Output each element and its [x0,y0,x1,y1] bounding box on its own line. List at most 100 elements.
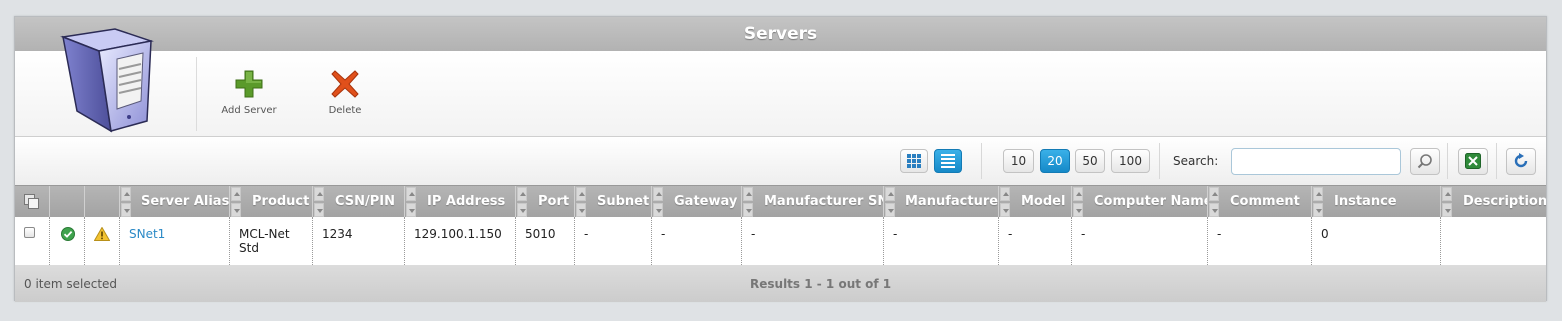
column-label: CSN/PIN [335,194,396,209]
server-icon [60,28,154,133]
separator [1496,143,1497,179]
cell-product: MCL-Net Std [230,217,313,265]
sort-arrows[interactable] [653,187,663,217]
row-warning-cell [85,217,120,265]
cell-model: - [999,217,1072,265]
sort-arrows[interactable] [1209,187,1219,217]
results-summary: Results 1 - 1 out of 1 [750,277,892,291]
column-header-description[interactable]: Description [1441,186,1546,218]
column-label: IP Address [427,194,506,209]
column-label: Product [252,194,310,209]
column-header-gateway[interactable]: Gateway [652,186,742,218]
server-alias-link[interactable]: SNet1 [129,227,165,241]
servers-panel: Servers Add Server Delete 10 20 50 100 S… [14,16,1547,302]
grid-controls: 10 20 50 100 Search: [15,137,1546,185]
delete-button[interactable]: Delete [305,69,385,116]
search-button[interactable] [1410,148,1440,175]
delete-label: Delete [328,105,362,116]
column-label: Gateway [674,194,738,209]
cell-description [1441,217,1546,265]
column-label: Computer Name [1094,194,1208,209]
add-server-button[interactable]: Add Server [209,69,289,116]
sort-arrows[interactable] [1073,187,1083,217]
warning-icon [93,226,111,241]
column-header-comment[interactable]: Comment [1208,186,1312,218]
check-circle-icon [61,227,75,241]
separator [1447,143,1448,179]
export-excel-button[interactable] [1458,148,1488,175]
sort-arrows[interactable] [1000,187,1010,217]
add-server-label: Add Server [221,105,277,116]
cell-ip-address: 129.100.1.150 [405,217,516,265]
magnifier-icon [1417,154,1432,169]
row-status-cell [50,217,85,265]
list-icon [941,154,955,168]
warning-header [85,186,120,218]
column-header-product[interactable]: Product [230,186,313,218]
separator [981,143,982,179]
row-checkbox[interactable] [24,227,35,238]
sort-arrows[interactable] [1313,187,1323,217]
list-view-button[interactable] [934,149,962,173]
column-label: Manufacturer SN [764,194,884,209]
row-select-cell [15,217,50,265]
selection-count: 0 item selected [24,277,118,291]
column-header-ip-address[interactable]: IP Address [405,186,516,218]
tile-view-button[interactable] [900,149,928,173]
window-title: Servers [15,17,1546,51]
column-header-csn-pin[interactable]: CSN/PIN [313,186,405,218]
cell-manufacturer-sn: - [742,217,884,265]
search-label: Search: [1173,154,1219,168]
table-row[interactable]: SNet1 MCL-Net Std 1234 129.100.1.150 501… [15,217,1546,266]
cell-instance: 0 [1312,217,1441,265]
select-all-icon [24,194,39,209]
column-label: Manufacturer [905,194,999,209]
cell-manufacturer: - [884,217,999,265]
column-header-subnet[interactable]: Subnet [575,186,652,218]
grid-icon [907,154,921,168]
toolbar-separator [196,57,197,131]
search-input[interactable] [1231,148,1401,175]
cell-server-alias: SNet1 [120,217,230,265]
sort-arrows[interactable] [406,187,416,217]
sort-arrows[interactable] [314,187,324,217]
toolbar: Add Server Delete [15,28,1546,137]
page-size-50[interactable]: 50 [1075,149,1105,173]
select-all-header[interactable] [15,186,50,218]
sort-arrows[interactable] [517,187,527,217]
column-label: Comment [1230,194,1300,209]
column-header-computer-name[interactable]: Computer Name [1072,186,1208,218]
cell-computer-name: - [1072,217,1208,265]
excel-icon [1465,153,1481,169]
plus-icon [235,70,263,98]
sort-arrows[interactable] [231,187,241,217]
column-label: Instance [1334,194,1397,209]
column-label: Model [1021,194,1066,209]
status-header [50,186,85,218]
page-size-20[interactable]: 20 [1040,149,1070,173]
column-header-model[interactable]: Model [999,186,1072,218]
column-header-manufacturer[interactable]: Manufacturer [884,186,999,218]
sort-arrows[interactable] [743,187,753,217]
delete-x-icon [331,70,359,98]
column-label: Port [538,194,570,209]
column-label: Server Alias [141,194,230,209]
sort-arrows[interactable] [576,187,586,217]
grid-header: Server Alias Product CSN/PIN IP Address … [15,185,1546,218]
page-size-10[interactable]: 10 [1003,149,1034,173]
column-header-port[interactable]: Port [516,186,575,218]
cell-comment: - [1208,217,1312,265]
sort-arrows[interactable] [121,187,131,217]
column-header-manufacturer-sn[interactable]: Manufacturer SN [742,186,884,218]
cell-csn-pin: 1234 [313,217,405,265]
sort-arrows[interactable] [1442,187,1452,217]
column-header-server-alias[interactable]: Server Alias [120,186,230,218]
column-label: Description [1463,194,1546,209]
cell-port: 5010 [516,217,575,265]
column-header-instance[interactable]: Instance [1312,186,1441,218]
refresh-button[interactable] [1506,148,1536,175]
cell-gateway: - [652,217,742,265]
page-size-100[interactable]: 100 [1111,149,1150,173]
column-label: Subnet [597,194,650,209]
sort-arrows[interactable] [885,187,895,217]
